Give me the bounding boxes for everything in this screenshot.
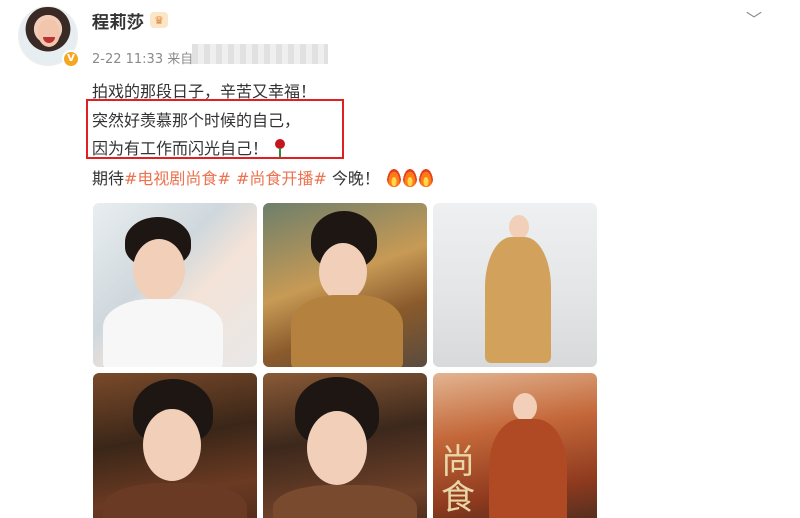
source-blurred: [192, 44, 328, 64]
verified-badge-icon: V: [62, 50, 80, 68]
username[interactable]: 程莉莎: [92, 8, 145, 33]
line4-prefix: 期待: [92, 169, 125, 188]
photo-figure-body: [485, 237, 551, 363]
hashtag-premiere[interactable]: #尚食开播#: [236, 169, 327, 188]
photo-figure-body: [103, 299, 223, 367]
hashtag-tv-series[interactable]: #电视剧尚食#: [124, 169, 231, 188]
chevron-down-icon[interactable]: ﹀: [746, 6, 762, 30]
photo-figure-body: [103, 483, 247, 518]
photo-figure-face: [307, 411, 367, 485]
highlight-box: [86, 99, 344, 159]
photo-4[interactable]: [93, 373, 257, 518]
photo-3[interactable]: [433, 203, 597, 367]
photo-figure-face: [133, 239, 185, 301]
post-text-line-4: 期待#电视剧尚食# #尚食开播# 今晚！: [92, 165, 433, 189]
photo-figure-body: [273, 485, 417, 518]
photo-1[interactable]: [93, 203, 257, 367]
fire-icon: [386, 169, 401, 187]
photo-figure-face: [509, 215, 529, 239]
post-meta: 2-22 11:33 来自: [92, 52, 194, 67]
photo-6-poster[interactable]: 尚 食: [433, 373, 597, 518]
photo-2[interactable]: [263, 203, 427, 367]
fire-icon: [402, 169, 417, 187]
photo-5[interactable]: [263, 373, 427, 518]
fire-icon: [418, 169, 433, 187]
crown-badge-icon[interactable]: ♛: [150, 12, 168, 28]
poster-title-glyph: 尚 食: [441, 442, 475, 518]
photo-figure-face: [513, 393, 537, 421]
photo-figure-body: [291, 295, 403, 367]
photo-figure-face: [319, 243, 367, 301]
photo-figure-body: [489, 419, 567, 518]
photo-figure-face: [143, 409, 201, 481]
line4-suffix: 今晚！: [331, 169, 380, 188]
